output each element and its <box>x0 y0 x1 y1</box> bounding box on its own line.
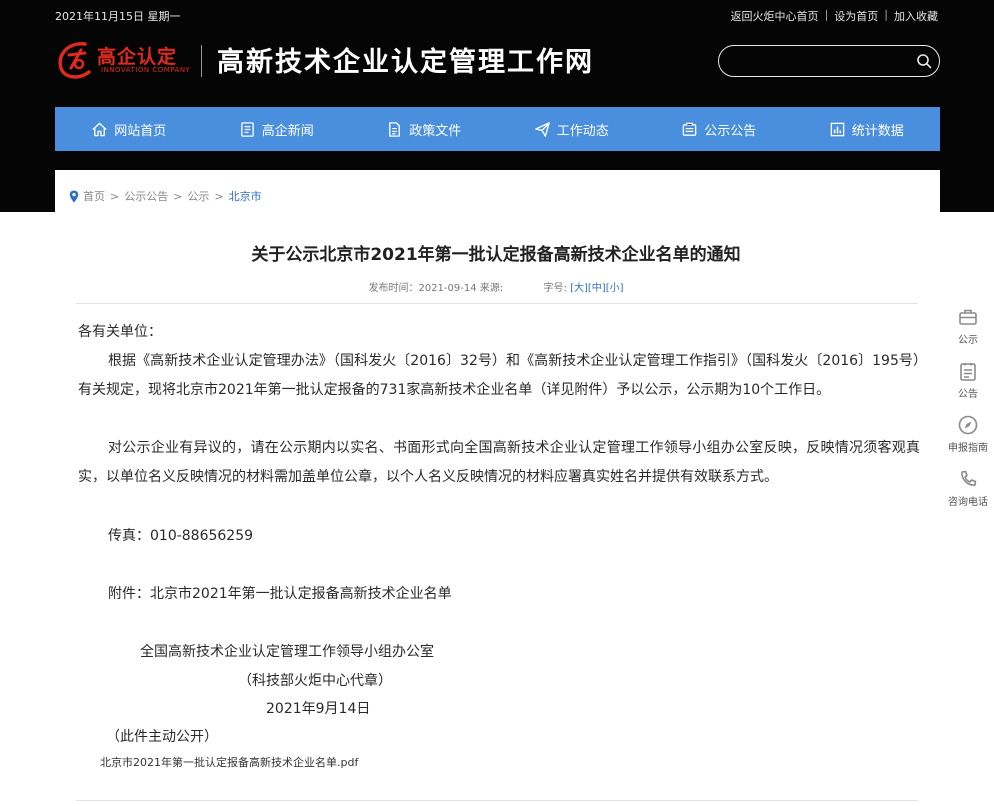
font-size-large-button[interactable]: [大] <box>570 283 588 294</box>
float-item-guide[interactable]: 申报指南 <box>944 414 992 454</box>
site-logo[interactable]: 高企认定 INNOVATION COMPANY <box>55 38 193 82</box>
document-icon <box>389 121 401 137</box>
current-date: 2021年11月15日 星期一 <box>55 10 181 23</box>
briefcase-icon <box>959 309 977 325</box>
font-size-medium-button[interactable]: [中] <box>588 283 606 294</box>
location-pin-icon <box>69 190 79 202</box>
breadcrumb-notices[interactable]: 公示公告 <box>124 188 168 204</box>
paragraph-2: 对公示企业有异议的，请在公示期内以实名、书面形式向全国高新技术企业认定管理工作领… <box>78 440 920 485</box>
title-divider <box>76 303 918 304</box>
breadcrumb-card: 首页 > 公示公告 > 公示 > 北京市 <box>55 170 940 212</box>
article-title: 关于公示北京市2021年第一批认定报备高新技术企业名单的通知 <box>251 245 741 265</box>
link-torch-center-home[interactable]: 返回火炬中心首页 <box>731 8 819 24</box>
nav-label: 高企新闻 <box>261 123 314 139</box>
float-label: 咨询电话 <box>948 497 988 508</box>
public-note: （此件主动公开） <box>106 729 218 745</box>
float-item-announcement[interactable]: 公告 <box>944 360 992 400</box>
nav-label: 公示公告 <box>704 123 757 139</box>
float-label: 公示 <box>958 335 978 346</box>
font-size-small-button[interactable]: [小] <box>606 283 624 294</box>
publish-info: 发布时间：2021-09-14 来源: <box>368 283 504 294</box>
breadcrumb-home[interactable]: 首页 <box>83 188 105 204</box>
link-add-favorite[interactable]: 加入收藏 <box>894 8 938 24</box>
notice-icon <box>682 122 697 136</box>
site-title: 高新技术企业认定管理工作网 <box>217 47 594 78</box>
logo-divider <box>201 45 202 77</box>
news-icon <box>240 121 254 137</box>
nav-item-policy[interactable]: 政策文件 <box>350 107 498 151</box>
signature-date: 2021年9月14日 <box>266 701 371 717</box>
nav-label: 统计数据 <box>851 123 904 139</box>
logo-mark-icon <box>58 42 91 79</box>
signature-sub: （科技部火炬中心代章） <box>238 673 392 689</box>
separator: | <box>824 8 829 21</box>
bottom-divider <box>76 800 918 801</box>
article-meta: 发布时间：2021-09-14 来源: 字号: [大][中][小] <box>76 279 916 294</box>
search-input[interactable] <box>731 50 911 72</box>
home-icon <box>92 122 107 136</box>
nav-item-notices[interactable]: 公示公告 <box>645 107 793 151</box>
breadcrumb-separator: > <box>173 189 183 203</box>
float-item-hotline[interactable]: 咨询电话 <box>944 468 992 508</box>
stats-icon <box>830 122 845 136</box>
breadcrumb: 首页 > 公示公告 > 公示 > 北京市 <box>69 188 262 204</box>
breadcrumb-current[interactable]: 北京市 <box>229 188 262 204</box>
nav-item-home[interactable]: 网站首页 <box>55 107 203 151</box>
nav-item-statistics[interactable]: 统计数据 <box>793 107 941 151</box>
nav-item-work-updates[interactable]: 工作动态 <box>498 107 646 151</box>
search-icon[interactable] <box>916 53 932 69</box>
search-box <box>718 45 940 77</box>
nav-label: 网站首页 <box>114 123 167 139</box>
nav-item-news[interactable]: 高企新闻 <box>203 107 351 151</box>
link-set-homepage[interactable]: 设为首页 <box>834 8 878 24</box>
phone-icon <box>961 470 977 486</box>
salutation: 各有关单位： <box>78 324 162 340</box>
logo-text-en: INNOVATION COMPANY <box>101 66 191 74</box>
breadcrumb-separator: > <box>214 189 224 203</box>
attachment-line: 附件：北京市2021年第一批认定报备高新技术企业名单 <box>108 586 452 602</box>
main-nav: 网站首页 高企新闻 政策文件 工作动态 公示公告 统计数据 <box>55 107 940 151</box>
top-links: 返回火炬中心首页 | 设为首页 | 加入收藏 <box>731 8 938 24</box>
paragraph-1: 根据《高新技术企业认定管理办法》（国科发火〔2016〕32号）和《高新技术企业认… <box>78 353 920 398</box>
attachment-pdf-link[interactable]: 北京市2021年第一批认定报备高新技术企业名单.pdf <box>100 754 358 770</box>
breadcrumb-public[interactable]: 公示 <box>187 188 209 204</box>
logo-text-cn: 高企认定 <box>97 46 178 68</box>
compass-icon <box>958 415 978 435</box>
fax-line: 传真：010-88656259 <box>108 528 254 544</box>
float-item-public[interactable]: 公示 <box>944 306 992 346</box>
nav-label: 政策文件 <box>409 123 462 139</box>
breadcrumb-separator: > <box>110 189 120 203</box>
clipboard-icon <box>960 363 976 381</box>
float-label: 公告 <box>958 389 978 400</box>
send-icon <box>534 121 550 137</box>
float-label: 申报指南 <box>948 443 988 454</box>
nav-label: 工作动态 <box>556 123 609 139</box>
signature-org: 全国高新技术企业认定管理工作领导小组办公室 <box>140 644 434 660</box>
separator: | <box>884 8 888 21</box>
font-size-label: 字号: <box>543 283 567 294</box>
